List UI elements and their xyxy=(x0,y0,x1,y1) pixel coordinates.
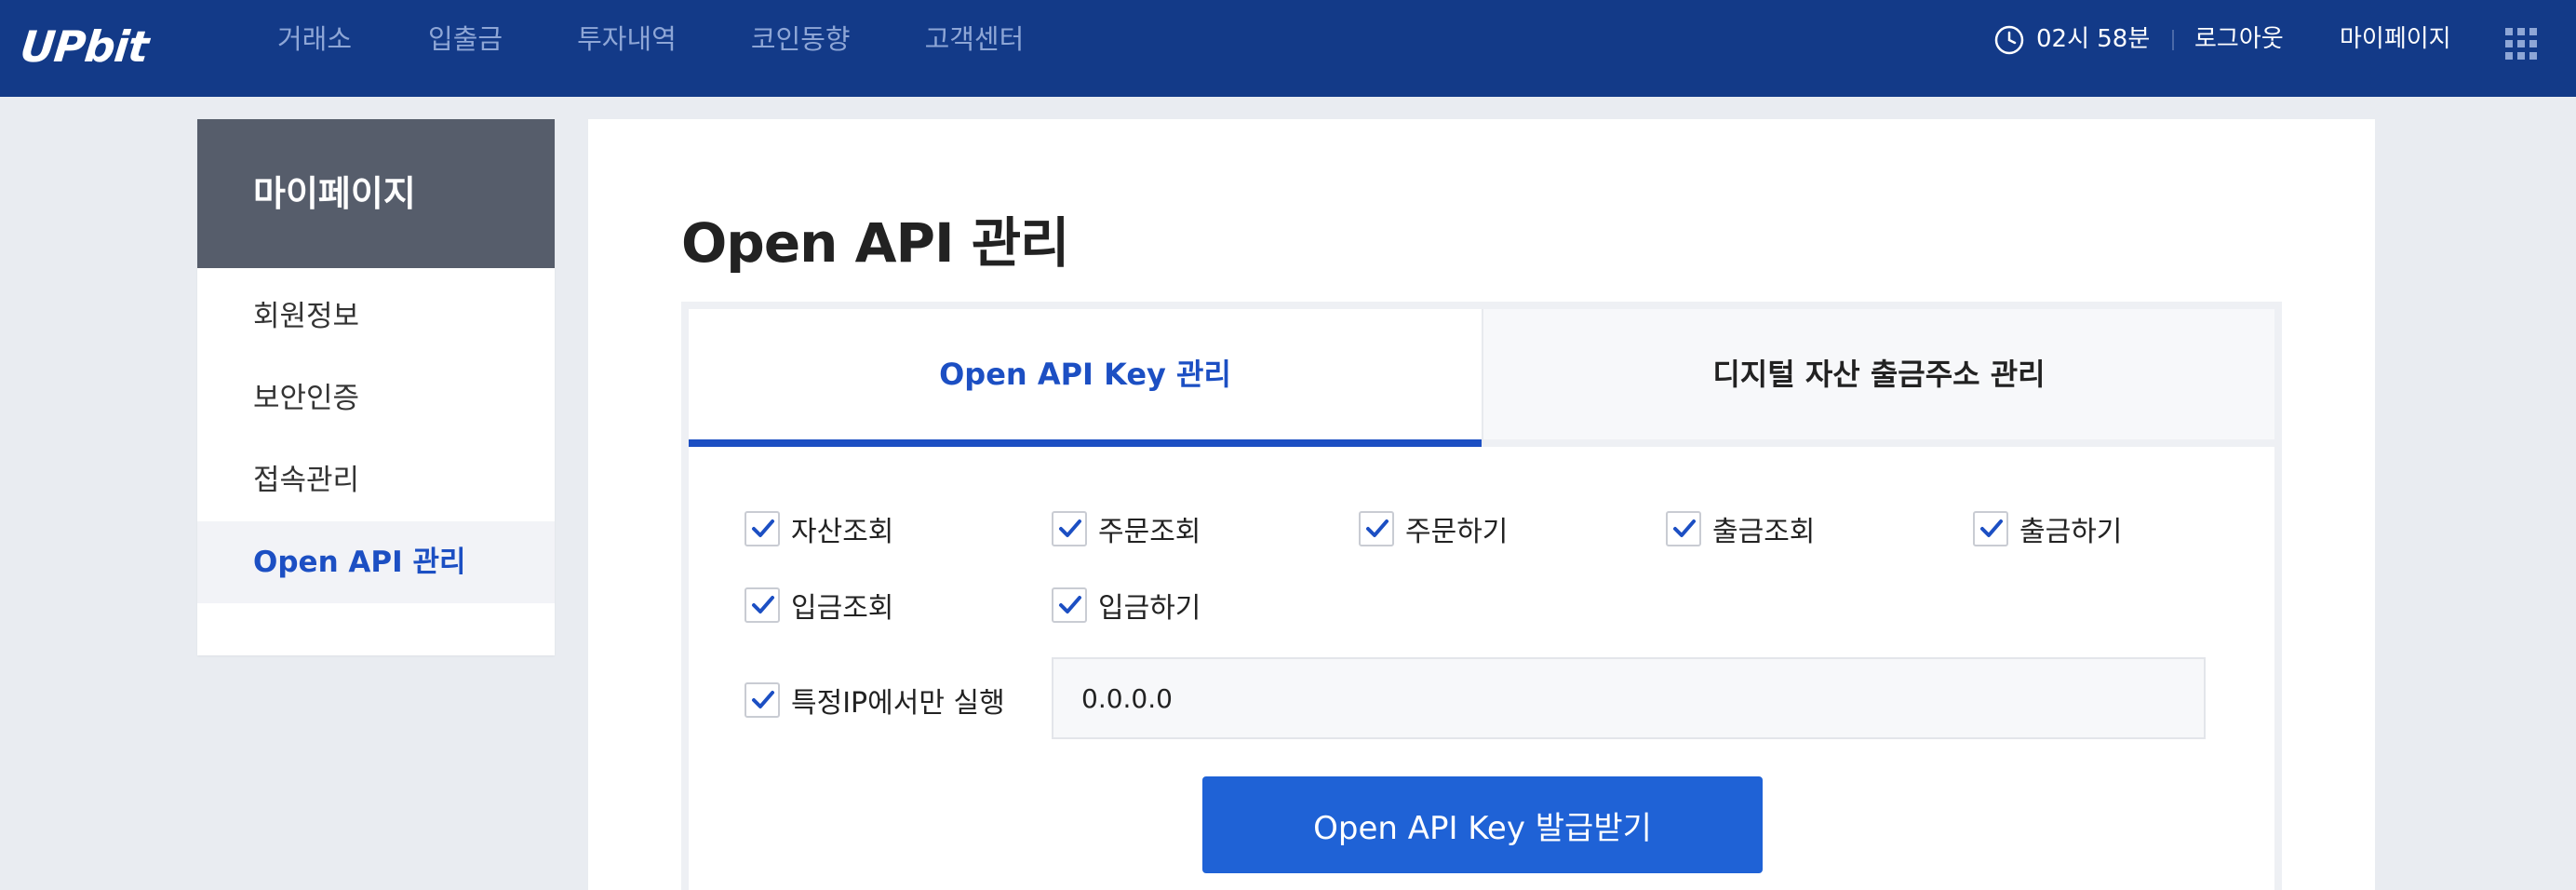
top-header: UPbit 거래소 입출금 투자내역 코인동향 고객센터 02시 58분 로그아… xyxy=(0,0,2576,97)
checkbox[interactable] xyxy=(1666,511,1701,546)
checkbox-label: 출금하기 xyxy=(2019,516,2123,548)
permission-order-place[interactable]: 주문하기 xyxy=(1359,508,1508,549)
checkbox-label: 특정IP에서만 실행 xyxy=(791,687,1005,720)
tab-open-api-key[interactable]: Open API Key 관리 xyxy=(689,309,1482,447)
nav-deposit-withdraw[interactable]: 입출금 xyxy=(428,0,503,78)
checkbox[interactable] xyxy=(745,682,780,718)
nav-customer-center[interactable]: 고객센터 xyxy=(925,0,1025,78)
sidebar-item-member-info[interactable]: 회원정보 xyxy=(197,276,555,357)
checkbox-label: 입금하기 xyxy=(1098,592,1201,625)
checkmark-icon xyxy=(1673,519,1696,537)
checkmark-icon xyxy=(1059,519,1081,537)
main-content: Open API 관리 Open API Key 관리 디지털 자산 출금주소 … xyxy=(588,119,2375,890)
checkbox-label: 입금조회 xyxy=(791,592,894,625)
checkmark-icon xyxy=(1980,519,2003,537)
checkbox-label: 주문하기 xyxy=(1405,516,1509,548)
checkmark-icon xyxy=(1366,519,1389,537)
nav-coin-trends[interactable]: 코인동향 xyxy=(751,0,851,78)
ip-restriction-checkbox[interactable]: 특정IP에서만 실행 xyxy=(745,680,1005,721)
nav-exchange[interactable]: 거래소 xyxy=(277,0,352,78)
upbit-logo[interactable]: UPbit xyxy=(18,17,164,76)
nav-investment-history[interactable]: 투자내역 xyxy=(577,0,677,78)
tab-bar: Open API Key 관리 디지털 자산 출금주소 관리 xyxy=(689,309,2274,447)
checkbox[interactable] xyxy=(1052,587,1087,623)
sidebar-title: 마이페이지 xyxy=(197,119,555,268)
permission-deposit[interactable]: 입금하기 xyxy=(1052,585,1201,626)
checkmark-icon xyxy=(752,519,774,537)
mypage-link[interactable]: 마이페이지 xyxy=(2340,0,2451,78)
header-divider xyxy=(2172,30,2174,50)
sidebar-item-security[interactable]: 보안인증 xyxy=(197,357,555,439)
grid-menu-icon[interactable] xyxy=(2505,28,2537,60)
tab-withdraw-address[interactable]: 디지털 자산 출금주소 관리 xyxy=(1482,309,2274,447)
main-nav: 거래소 입출금 투자내역 코인동향 고객센터 xyxy=(277,0,1098,78)
checkbox-label: 출금조회 xyxy=(1712,516,1816,548)
permission-asset-view[interactable]: 자산조회 xyxy=(745,508,893,549)
api-panel: Open API Key 관리 디지털 자산 출금주소 관리 자산조회 주문조회… xyxy=(681,302,2282,890)
checkmark-icon xyxy=(752,596,774,614)
checkbox[interactable] xyxy=(1052,511,1087,546)
ip-address-input[interactable] xyxy=(1052,657,2206,739)
checkmark-icon xyxy=(1059,596,1081,614)
permission-deposit-view[interactable]: 입금조회 xyxy=(745,585,893,626)
checkbox-label: 자산조회 xyxy=(791,516,894,548)
permission-withdraw-view[interactable]: 출금조회 xyxy=(1666,508,1815,549)
checkbox[interactable] xyxy=(745,587,780,623)
sidebar-item-access-management[interactable]: 접속관리 xyxy=(197,439,555,521)
page-title: Open API 관리 xyxy=(681,211,1070,275)
checkmark-icon xyxy=(752,691,774,708)
checkbox[interactable] xyxy=(1359,511,1394,546)
mypage-sidebar: 마이페이지 회원정보 보안인증 접속관리 Open API 관리 xyxy=(197,119,555,655)
clock-icon xyxy=(1994,25,2024,55)
checkbox[interactable] xyxy=(1973,511,2008,546)
permission-order-view[interactable]: 주문조회 xyxy=(1052,508,1201,549)
checkbox-label: 주문조회 xyxy=(1098,516,1201,548)
sidebar-menu: 회원정보 보안인증 접속관리 Open API 관리 xyxy=(197,268,555,603)
permission-withdraw[interactable]: 출금하기 xyxy=(1973,508,2122,549)
session-timer: 02시 58분 xyxy=(2036,25,2151,53)
issue-api-key-button[interactable]: Open API Key 발급받기 xyxy=(1202,776,1763,873)
logout-link[interactable]: 로그아웃 xyxy=(2194,0,2284,78)
checkbox[interactable] xyxy=(745,511,780,546)
sidebar-item-open-api[interactable]: Open API 관리 xyxy=(197,521,555,603)
